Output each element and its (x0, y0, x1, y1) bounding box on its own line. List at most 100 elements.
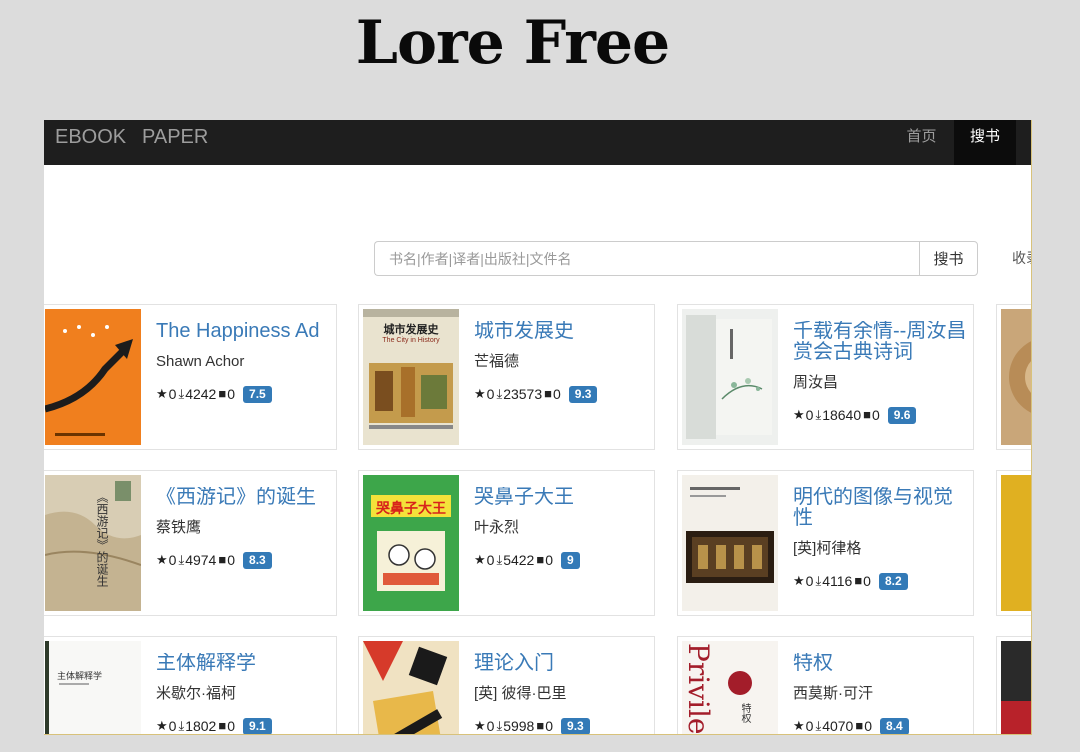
download-count: 4974 (185, 552, 217, 568)
comment-icon: ■ (544, 386, 552, 401)
search-button[interactable]: 搜书 (919, 241, 978, 276)
comment-count: 0 (227, 386, 236, 402)
star-count: 0 (168, 552, 177, 568)
star-count: 0 (805, 407, 814, 423)
search-group: 搜书 (374, 241, 978, 276)
cover-subtitle: The City in History (382, 337, 440, 344)
book-card-partial[interactable] (996, 304, 1031, 450)
comment-icon: ■ (536, 718, 545, 733)
star-icon: ★ (156, 386, 168, 401)
book-card[interactable]: 哭鼻子大王 哭鼻子大王 叶永烈 ★ 0 ⤓ 5422 ■ 0 9 (358, 470, 655, 616)
book-title[interactable]: 城市发展史 (474, 321, 648, 342)
book-author: 芒福德 (474, 353, 520, 370)
book-title[interactable]: 明代的图像与视觉性 (793, 487, 967, 529)
star-count: 0 (486, 386, 495, 402)
cover-title: 哭鼻子大王 (376, 500, 446, 516)
star-count: 0 (486, 718, 495, 734)
book-card-partial[interactable] (996, 470, 1031, 616)
book-card[interactable]: 《西游记》的诞生 《西游记》的诞生 蔡铁鹰 ★ 0 ⤓ 4974 ■ 0 8.3 (44, 470, 337, 616)
book-title[interactable]: The Happiness Ad (156, 321, 330, 342)
book-cover[interactable] (682, 475, 778, 611)
happiness-cover-art (45, 325, 133, 436)
book-cover[interactable] (1001, 309, 1031, 445)
book-card-partial[interactable] (996, 636, 1031, 734)
comment-icon: ■ (855, 718, 864, 733)
book-cover[interactable]: 城市发展史 The City in History (363, 309, 459, 445)
book-stats: ★ 0 ⤓ 4974 ■ 0 8.3 (156, 551, 330, 569)
book-card[interactable]: 主体解释学 主体解释学 米歇尔·福柯 ★ 0 ⤓ 1802 ■ 0 9.1 (44, 636, 337, 734)
book-stats: ★ 0 ⤓ 4116 ■ 0 8.2 (793, 572, 967, 590)
book-author: 周汝昌 (793, 374, 839, 391)
star-icon: ★ (474, 552, 486, 567)
brand-ebook-link[interactable]: EBOOK (55, 126, 126, 148)
book-title[interactable]: 哭鼻子大王 (474, 487, 648, 508)
comment-count: 0 (227, 718, 236, 734)
comment-icon: ■ (863, 407, 871, 422)
crybaby-cover-art (371, 495, 451, 591)
book-card[interactable]: 理论入门 [英] 彼得·巴里 ★ 0 ⤓ 5998 ■ 0 9.3 (358, 636, 655, 734)
book-title[interactable]: 理论入门 (474, 653, 648, 674)
star-count: 0 (805, 718, 814, 734)
nav-search[interactable]: 搜书 (954, 120, 1016, 165)
star-count: 0 (805, 573, 814, 589)
cover-title: Privile (682, 643, 715, 735)
download-count: 5998 (503, 718, 535, 734)
score-badge: 9.3 (561, 717, 590, 734)
cover-title: 城市发展史 (383, 324, 439, 336)
book-author: [英]柯律格 (793, 540, 862, 557)
score-badge: 9.3 (568, 385, 598, 403)
score-badge: 9.1 (243, 717, 272, 734)
partial-cover-art (1001, 701, 1031, 734)
score-badge: 8.2 (878, 572, 908, 590)
search-input[interactable] (374, 241, 919, 276)
star-icon: ★ (474, 718, 486, 733)
book-title[interactable]: 《西游记》的诞生 (156, 487, 330, 508)
book-card[interactable]: 明代的图像与视觉性 [英]柯律格 ★ 0 ⤓ 4116 ■ 0 8.2 (677, 470, 974, 616)
star-icon: ★ (793, 718, 805, 733)
download-count: 4242 (185, 386, 217, 402)
theory-cover-art (363, 641, 448, 734)
book-author: Shawn Achor (156, 353, 245, 370)
book-stats: ★ 0 ⤓ 1802 ■ 0 9.1 (156, 717, 330, 734)
book-cover[interactable]: Privile 特权 (682, 641, 778, 735)
cover-subtitle: 特权 (739, 703, 750, 723)
book-stats: ★ 0 ⤓ 5422 ■ 0 9 (474, 551, 648, 569)
book-card[interactable]: The Happiness Ad Shawn Achor ★ 0 ⤓ 4242 ■ 0… (44, 304, 337, 450)
comment-count: 0 (545, 718, 554, 734)
book-cover[interactable] (1001, 475, 1031, 611)
book-cover[interactable]: 哭鼻子大王 (363, 475, 459, 611)
book-title[interactable]: 主体解释学 (156, 653, 330, 674)
book-author: 叶永烈 (474, 519, 520, 536)
book-author: 米歇尔·福柯 (156, 685, 236, 702)
score-badge: 9 (561, 551, 580, 569)
poetry-cover-art (686, 315, 772, 439)
book-cover[interactable] (1001, 641, 1031, 734)
star-count: 0 (168, 386, 177, 402)
star-icon: ★ (793, 573, 805, 588)
book-cover[interactable] (45, 309, 141, 445)
comment-count: 0 (864, 718, 873, 734)
download-icon: ⤓ (496, 718, 503, 733)
download-icon: ⤓ (178, 386, 185, 401)
book-title[interactable]: 千载有余情--周汝昌赏会古典诗词 (793, 321, 967, 363)
brand-paper-link[interactable]: PAPER (142, 126, 208, 148)
download-icon: ⤓ (496, 552, 503, 567)
score-badge: 8.4 (880, 717, 909, 734)
download-icon: ⤓ (815, 718, 822, 733)
book-card[interactable]: Privile 特权 特权 西莫斯·可汗 ★ 0 ⤓ 4070 ■ 0 8.4 (677, 636, 974, 735)
book-stats: ★ 0 ⤓ 18640 ■ 0 9.6 (793, 406, 967, 424)
book-cover[interactable]: 《西游记》的诞生 (45, 475, 141, 611)
hermeneutics-cover-art (45, 641, 89, 734)
book-title[interactable]: 特权 (793, 653, 967, 674)
score-badge: 8.3 (243, 551, 272, 569)
book-cover[interactable] (682, 309, 778, 445)
book-card[interactable]: 城市发展史 The City in History 城市发展史 芒福德 ★ 0 ⤓… (358, 304, 655, 450)
star-icon: ★ (793, 407, 805, 422)
book-cover[interactable] (363, 641, 459, 734)
collect-link[interactable]: 收录 (1012, 248, 1031, 268)
nav-home[interactable]: 首页 (894, 120, 949, 165)
book-stats: ★ 0 ⤓ 5998 ■ 0 9.3 (474, 717, 648, 734)
star-icon: ★ (156, 718, 168, 733)
book-card[interactable]: 千载有余情--周汝昌赏会古典诗词 周汝昌 ★ 0 ⤓ 18640 ■ 0 9.6 (677, 304, 974, 450)
book-cover[interactable]: 主体解释学 (45, 641, 141, 734)
